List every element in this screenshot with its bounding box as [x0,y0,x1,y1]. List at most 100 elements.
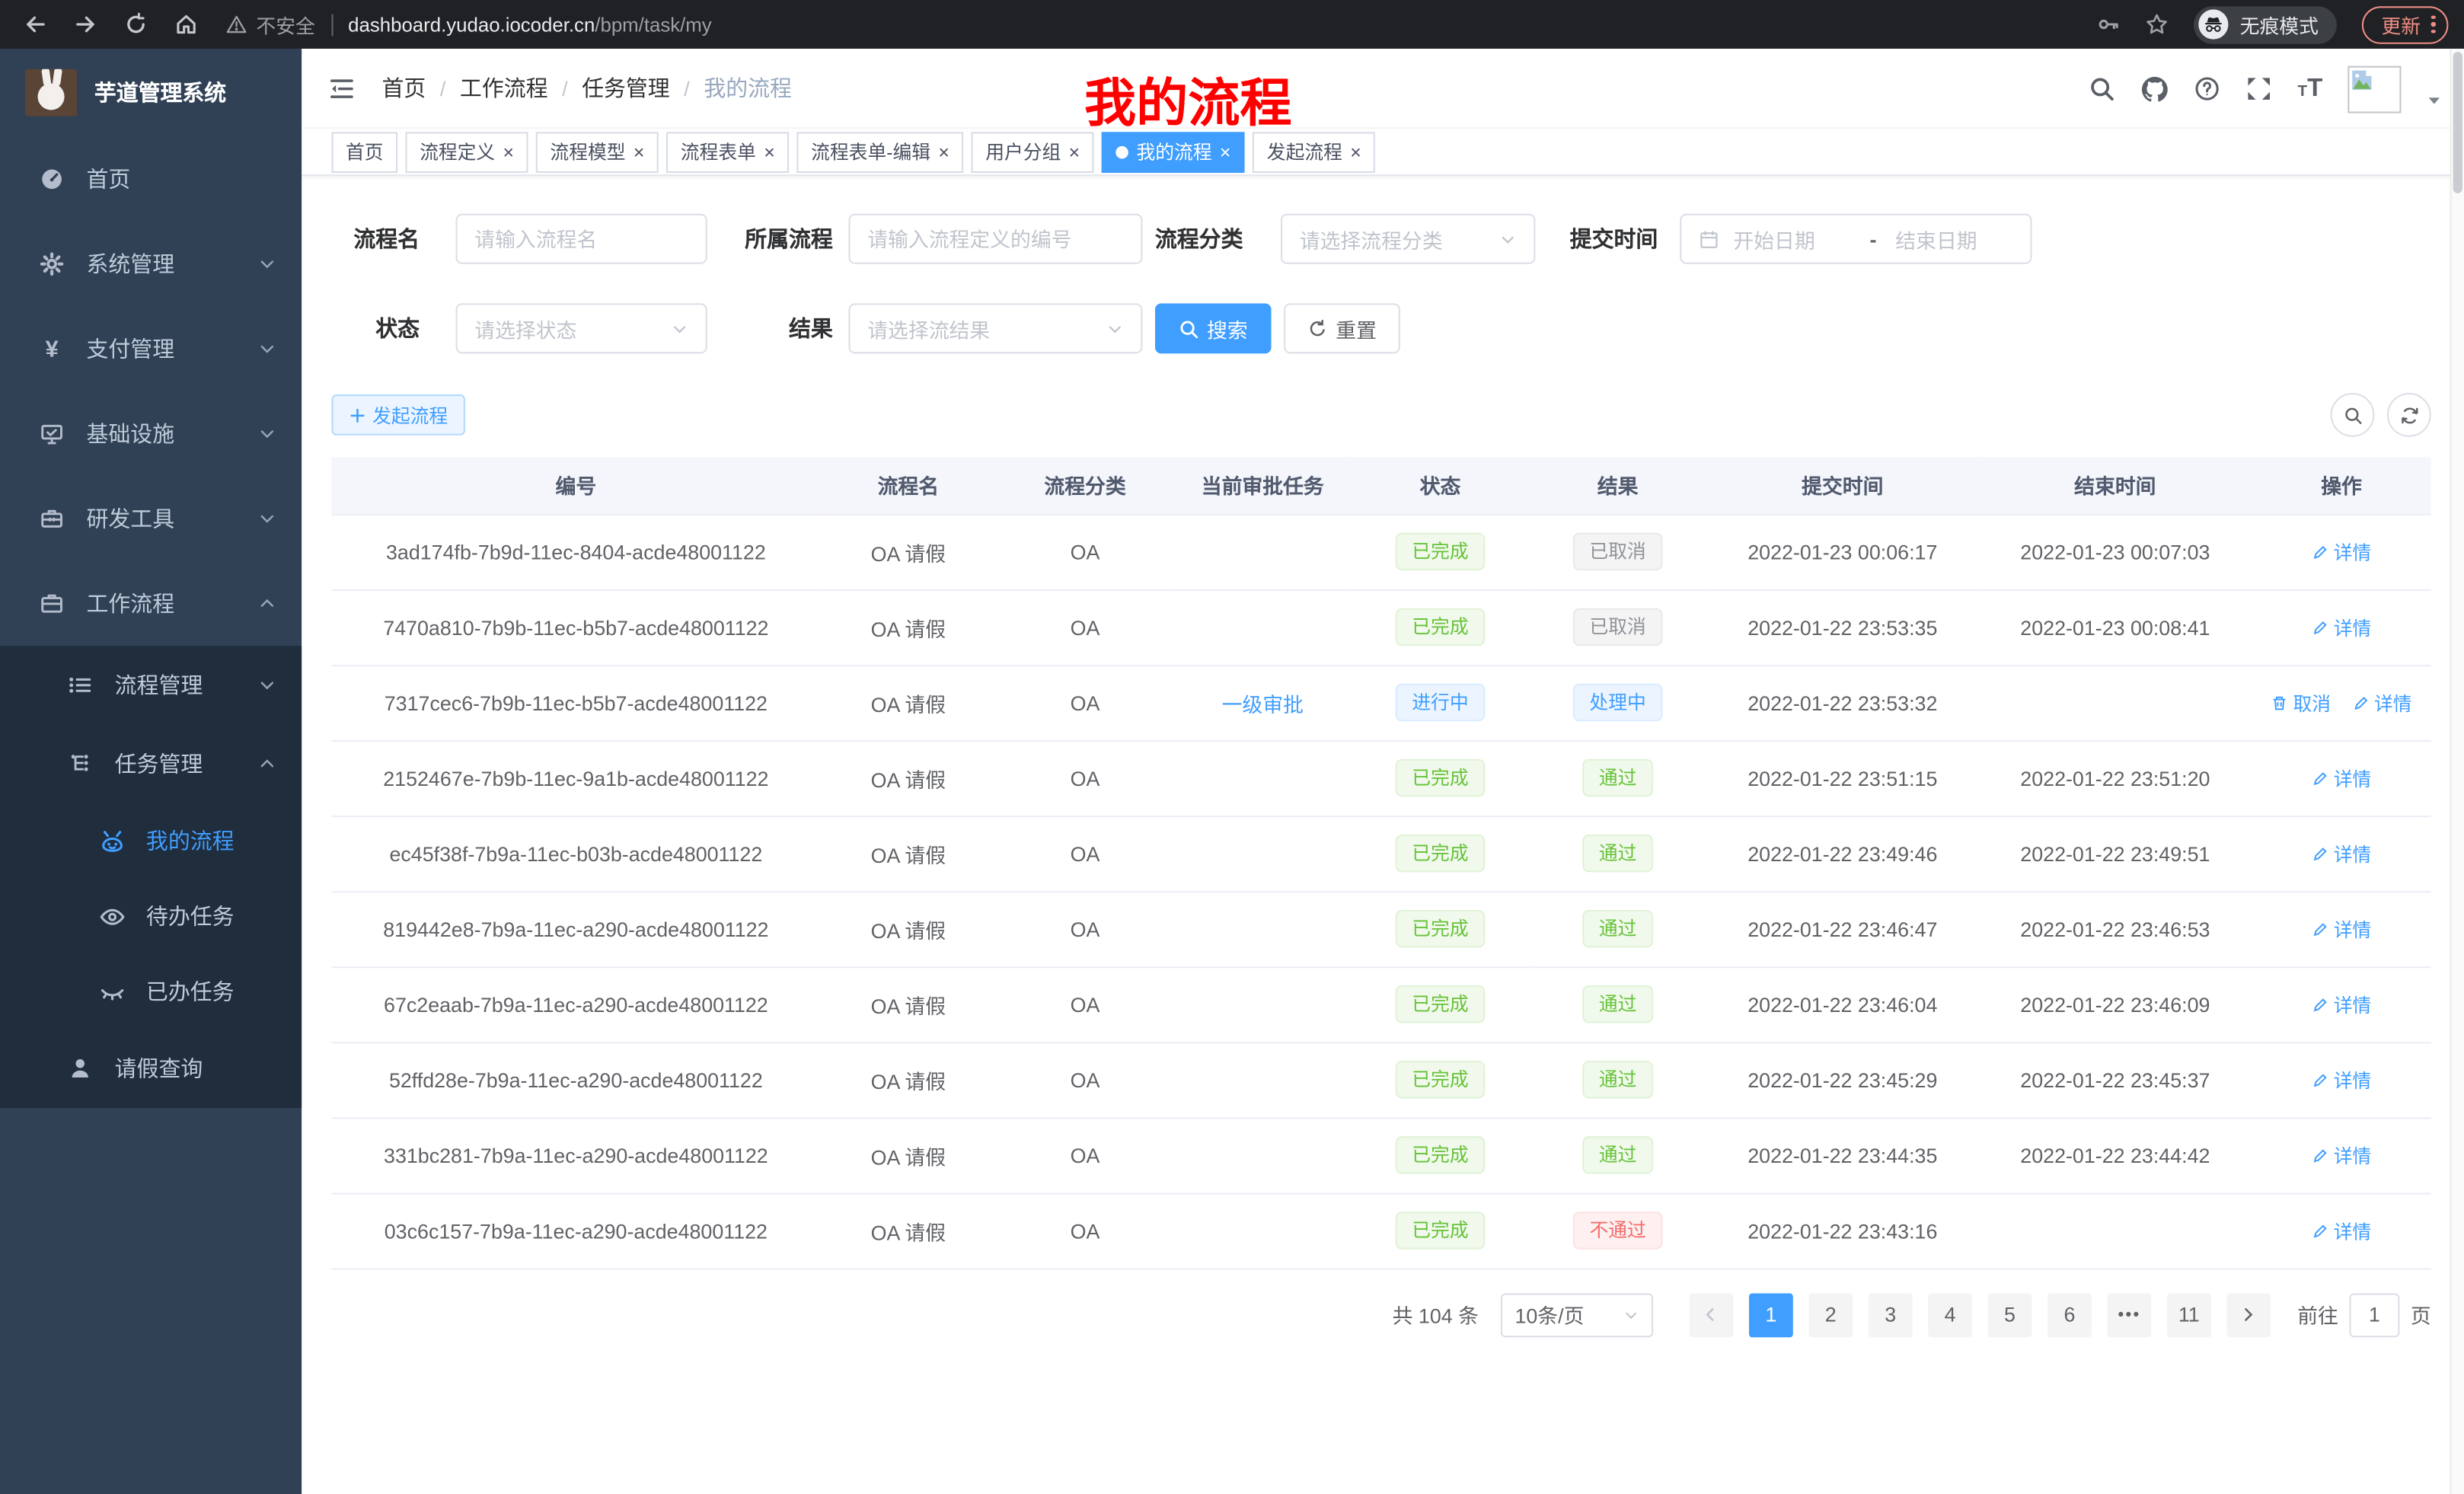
status-select[interactable]: 请选择状态 [456,303,707,353]
page-unit-label: 页 [2411,1300,2431,1330]
breadcrumb-home[interactable]: 首页 [382,72,426,104]
process-name-input[interactable] [456,214,707,264]
cancel-link[interactable]: 取消 [2271,689,2331,716]
table-row: 7317cec6-7b9b-11ec-b5b7-acde48001122 OA … [331,665,2430,740]
prev-page-button[interactable] [1690,1292,1734,1336]
cell-category: OA [996,1192,1173,1268]
sidebar-item-task-mgmt[interactable]: 任务管理 [0,724,302,803]
fullscreen-icon[interactable] [2245,75,2272,102]
github-icon[interactable] [2140,75,2169,103]
sidebar-item-infra[interactable]: 基础设施 [0,391,302,476]
detail-link[interactable]: 详情 [2312,1217,2371,1243]
page-button-3[interactable]: 3 [1869,1292,1913,1336]
page-button-11[interactable]: 11 [2167,1292,2211,1336]
scrollbar-thumb[interactable] [2453,52,2462,193]
page-size-select[interactable]: 10条/页 [1501,1292,1653,1336]
page-button-1[interactable]: 1 [1749,1292,1793,1336]
cell-end-time: 2022-01-22 23:46:53 [1978,891,2252,966]
sidebar-item-leave-query[interactable]: 请假查询 [0,1030,302,1108]
cell-category: OA [996,966,1173,1042]
close-icon[interactable]: × [503,142,513,161]
detail-link[interactable]: 详情 [2312,1141,2371,1168]
dashboard-icon [38,167,66,192]
tag-user-group[interactable]: 用户分组× [972,131,1094,172]
close-icon[interactable]: × [1069,142,1080,161]
search-icon[interactable] [2089,75,2115,102]
more-pages-button[interactable]: ••• [2107,1292,2151,1336]
page-button-2[interactable]: 2 [1808,1292,1853,1336]
tag-process-form[interactable]: 流程表单× [666,131,789,172]
breadcrumb-task-mgmt[interactable]: 任务管理 [582,72,670,104]
security-label[interactable]: 不安全 [256,9,314,39]
url-path[interactable]: /bpm/task/my [595,14,711,36]
detail-link[interactable]: 详情 [2312,614,2371,640]
tag-home[interactable]: 首页 [331,131,397,172]
sidebar-item-my-process[interactable]: 我的流程 [0,803,302,879]
result-badge: 通过 [1583,985,1652,1023]
next-page-button[interactable] [2226,1292,2271,1336]
tag-start-process[interactable]: 发起流程× [1253,131,1375,172]
tag-process-form-edit[interactable]: 流程表单-编辑× [797,131,964,172]
table-row: 819442e8-7b9a-11ec-a290-acde48001122 OA … [331,891,2430,966]
page-button-6[interactable]: 6 [2047,1292,2092,1336]
sidebar-item-system[interactable]: 系统管理 [0,222,302,306]
breadcrumb-workflow[interactable]: 工作流程 [460,72,548,104]
current-task-link[interactable]: 一级审批 [1222,692,1304,716]
browser-reload-icon[interactable] [124,13,148,37]
detail-link[interactable]: 详情 [2312,765,2371,791]
detail-link[interactable]: 详情 [2312,991,2371,1017]
tag-my-process[interactable]: 我的流程× [1102,131,1245,172]
avatar[interactable] [2348,65,2401,113]
sidebar-item-devtools[interactable]: 研发工具 [0,476,302,560]
caret-down-icon[interactable] [2427,92,2443,108]
address-bar[interactable]: 不安全 dashboard.yudao.iocoder.cn/bpm/task/… [226,9,2097,39]
browser-back-icon[interactable] [24,13,47,37]
start-process-button[interactable]: 发起流程 [331,394,464,436]
process-id-input[interactable] [848,214,1142,264]
sidebar-item-done-tasks[interactable]: 已办任务 [0,954,302,1030]
process-table: 编号 流程名 流程分类 当前审批任务 状态 结果 提交时间 结束时间 操作 [331,458,2430,1269]
close-icon[interactable]: × [938,142,949,161]
password-key-icon[interactable] [2097,13,2121,37]
detail-link[interactable]: 详情 [2312,840,2371,867]
detail-link[interactable]: 详情 [2312,538,2371,565]
reset-button[interactable]: 重置 [1284,303,1400,353]
tag-process-definition[interactable]: 流程定义× [405,131,528,172]
result-label: 结果 [745,313,833,344]
sidebar-item-workflow[interactable]: 工作流程 [0,561,302,646]
sidebar-item-home[interactable]: 首页 [0,137,302,222]
gear-icon [38,251,66,276]
breadcrumb-separator: / [684,76,689,100]
refresh-icon[interactable] [2387,393,2431,437]
detail-link[interactable]: 详情 [2312,915,2371,942]
browser-menu-icon[interactable] [2432,15,2436,34]
browser-update-button[interactable]: 更新 [2363,5,2449,43]
page-scrollbar[interactable] [2450,49,2464,1494]
detail-link[interactable]: 详情 [2352,689,2411,716]
sidebar-item-todo-tasks[interactable]: 待办任务 [0,879,302,954]
calendar-icon [1699,228,1719,249]
font-size-icon[interactable]: TT [2298,75,2323,103]
close-icon[interactable]: × [1220,142,1230,161]
sidebar-item-payment[interactable]: ¥ 支付管理 [0,306,302,391]
close-icon[interactable]: × [634,142,644,161]
url-host[interactable]: dashboard.yudao.iocoder.cn [348,14,595,36]
date-range-picker[interactable]: 开始日期 - 结束日期 [1680,214,2032,264]
help-icon[interactable] [2194,75,2220,102]
collapse-sidebar-icon[interactable] [328,75,355,101]
close-icon[interactable]: × [1350,142,1361,161]
bookmark-star-icon[interactable] [2146,13,2169,37]
show-search-icon[interactable] [2331,393,2375,437]
category-select[interactable]: 请选择流程分类 [1281,214,1535,264]
detail-link[interactable]: 详情 [2312,1066,2371,1093]
page-button-5[interactable]: 5 [1988,1292,2032,1336]
result-select[interactable]: 请选择流结果 [848,303,1142,353]
goto-page-input[interactable] [2349,1292,2399,1336]
browser-forward-icon[interactable] [74,13,97,37]
page-button-4[interactable]: 4 [1928,1292,1972,1336]
search-button[interactable]: 搜索 [1155,303,1272,353]
browser-home-icon[interactable] [174,13,198,37]
close-icon[interactable]: × [764,142,774,161]
tag-process-model[interactable]: 流程模型× [536,131,659,172]
sidebar-item-process-mgmt[interactable]: 流程管理 [0,646,302,724]
